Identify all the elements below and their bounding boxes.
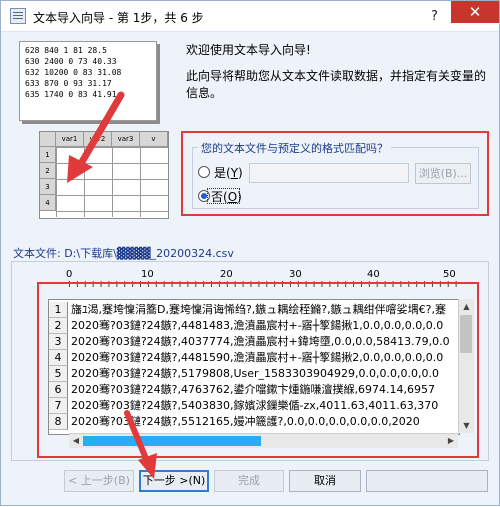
text-import-wizard-window: 文本导入向导 - 第 1步，共 6 步 ? ✕ 628 840 1 81 28.…: [0, 0, 500, 506]
annotation-arrow-icon: [124, 410, 157, 479]
